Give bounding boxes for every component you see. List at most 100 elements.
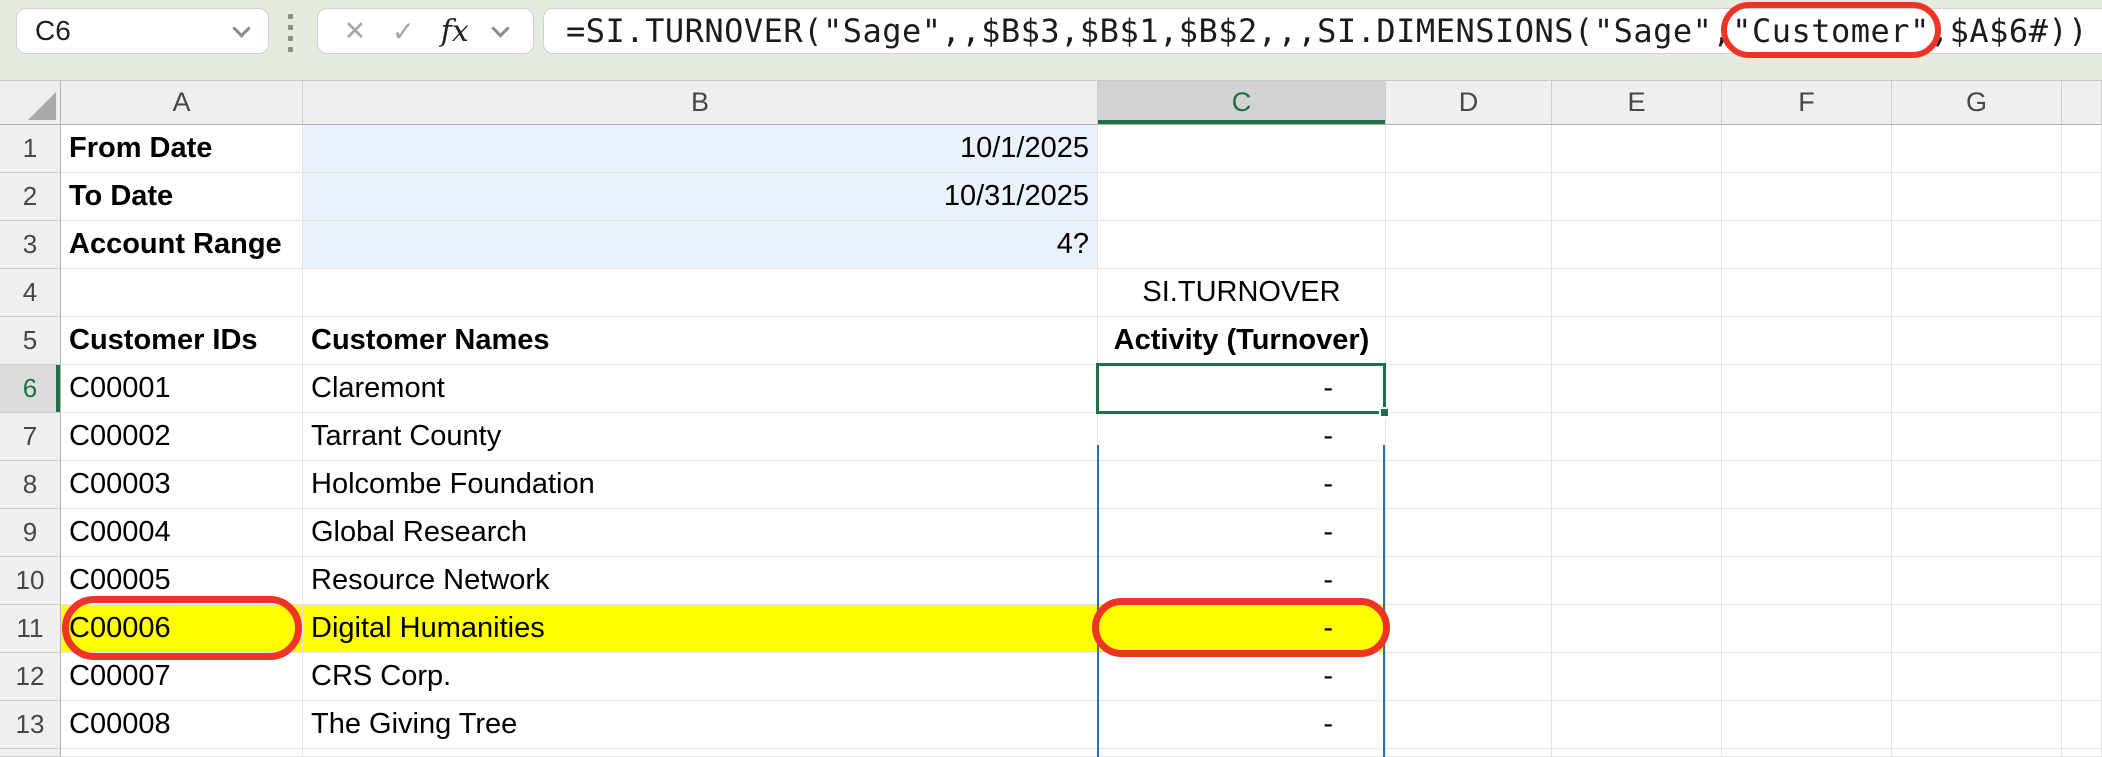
cell-C12[interactable]: - [1098,653,1386,701]
cell-C1[interactable] [1098,125,1386,173]
select-all-button[interactable] [0,81,61,125]
row-header-7[interactable]: 7 [0,413,61,461]
cell-D13[interactable] [1386,701,1552,749]
cell-D9[interactable] [1386,509,1552,557]
cell-F7[interactable] [1722,413,1892,461]
column-header-c-selected[interactable]: C [1098,81,1386,125]
cell-G10[interactable] [1892,557,2062,605]
row-header-2[interactable]: 2 [0,173,61,221]
cell-B1[interactable]: 10/1/2025 [303,125,1098,173]
row-header-6-selected[interactable]: 6 [0,365,61,413]
cell-B4[interactable] [303,269,1098,317]
column-header-d[interactable]: D [1386,81,1552,125]
cell-E2[interactable] [1552,173,1722,221]
cell-F5[interactable] [1722,317,1892,365]
cell-E12[interactable] [1552,653,1722,701]
cell-A6[interactable]: C00001 [61,365,303,413]
cell-G14[interactable] [1892,749,2062,757]
cell-G3[interactable] [1892,221,2062,269]
cell-E3[interactable] [1552,221,1722,269]
cell-F14[interactable] [1722,749,1892,757]
cell-H7[interactable] [2062,413,2102,461]
cell-D6[interactable] [1386,365,1552,413]
cell-F4[interactable] [1722,269,1892,317]
row-header-13[interactable]: 13 [0,701,61,749]
cell-E9[interactable] [1552,509,1722,557]
cell-H5[interactable] [2062,317,2102,365]
cell-D8[interactable] [1386,461,1552,509]
cell-B10[interactable]: Resource Network [303,557,1098,605]
cell-A12[interactable]: C00007 [61,653,303,701]
cell-B8[interactable]: Holcombe Foundation [303,461,1098,509]
cell-F6[interactable] [1722,365,1892,413]
cell-A4[interactable] [61,269,303,317]
fill-handle-icon[interactable] [1379,407,1390,418]
chevron-down-icon[interactable] [232,19,250,37]
cell-B13[interactable]: The Giving Tree [303,701,1098,749]
cell-D11[interactable] [1386,605,1552,653]
cell-E14[interactable] [1552,749,1722,757]
cell-D14[interactable] [1386,749,1552,757]
chevron-down-icon[interactable] [492,19,510,37]
cell-F12[interactable] [1722,653,1892,701]
cell-H11[interactable] [2062,605,2102,653]
cell-C13[interactable]: - [1098,701,1386,749]
cell-G13[interactable] [1892,701,2062,749]
cell-D4[interactable] [1386,269,1552,317]
cell-B12[interactable]: CRS Corp. [303,653,1098,701]
cell-C2[interactable] [1098,173,1386,221]
formula-input[interactable]: =SI.TURNOVER("Sage",,$B$3,$B$1,$B$2,,,SI… [543,8,2102,54]
cell-C9[interactable]: - [1098,509,1386,557]
cell-A1[interactable]: From Date [61,125,303,173]
cell-E7[interactable] [1552,413,1722,461]
row-header-1[interactable]: 1 [0,125,61,173]
cell-E10[interactable] [1552,557,1722,605]
cell-B3[interactable]: 4? [303,221,1098,269]
cell-H1[interactable] [2062,125,2102,173]
cell-A8[interactable]: C00003 [61,461,303,509]
row-header-5[interactable]: 5 [0,317,61,365]
cell-H13[interactable] [2062,701,2102,749]
cell-H3[interactable] [2062,221,2102,269]
cell-A3[interactable]: Account Range [61,221,303,269]
cell-H6[interactable] [2062,365,2102,413]
cell-B14[interactable] [303,749,1098,757]
cell-E1[interactable] [1552,125,1722,173]
cell-H4[interactable] [2062,269,2102,317]
cell-F11[interactable] [1722,605,1892,653]
cell-D7[interactable] [1386,413,1552,461]
cell-F1[interactable] [1722,125,1892,173]
cell-G6[interactable] [1892,365,2062,413]
cell-B5[interactable]: Customer Names [303,317,1098,365]
cell-C10[interactable]: - [1098,557,1386,605]
cell-F2[interactable] [1722,173,1892,221]
cell-E11[interactable] [1552,605,1722,653]
cell-D2[interactable] [1386,173,1552,221]
cell-B7[interactable]: Tarrant County [303,413,1098,461]
cell-G7[interactable] [1892,413,2062,461]
row-header-10[interactable]: 10 [0,557,61,605]
cell-F9[interactable] [1722,509,1892,557]
column-header-a[interactable]: A [61,81,303,125]
column-header-f[interactable]: F [1722,81,1892,125]
cell-C3[interactable] [1098,221,1386,269]
row-header-3[interactable]: 3 [0,221,61,269]
cell-A11-highlighted[interactable]: C00006 [61,605,303,653]
cell-A2[interactable]: To Date [61,173,303,221]
cell-A10[interactable]: C00005 [61,557,303,605]
cell-E13[interactable] [1552,701,1722,749]
cell-H8[interactable] [2062,461,2102,509]
cell-G12[interactable] [1892,653,2062,701]
cell-C7[interactable]: - [1098,413,1386,461]
cell-G5[interactable] [1892,317,2062,365]
cell-G2[interactable] [1892,173,2062,221]
cancel-icon[interactable]: ✕ [344,16,367,47]
cell-E8[interactable] [1552,461,1722,509]
row-header-8[interactable]: 8 [0,461,61,509]
row-header-11[interactable]: 11 [0,605,61,653]
cell-C8[interactable]: - [1098,461,1386,509]
name-box[interactable]: C6 [16,8,269,54]
cell-B2[interactable]: 10/31/2025 [303,173,1098,221]
cell-H12[interactable] [2062,653,2102,701]
cell-A7[interactable]: C00002 [61,413,303,461]
